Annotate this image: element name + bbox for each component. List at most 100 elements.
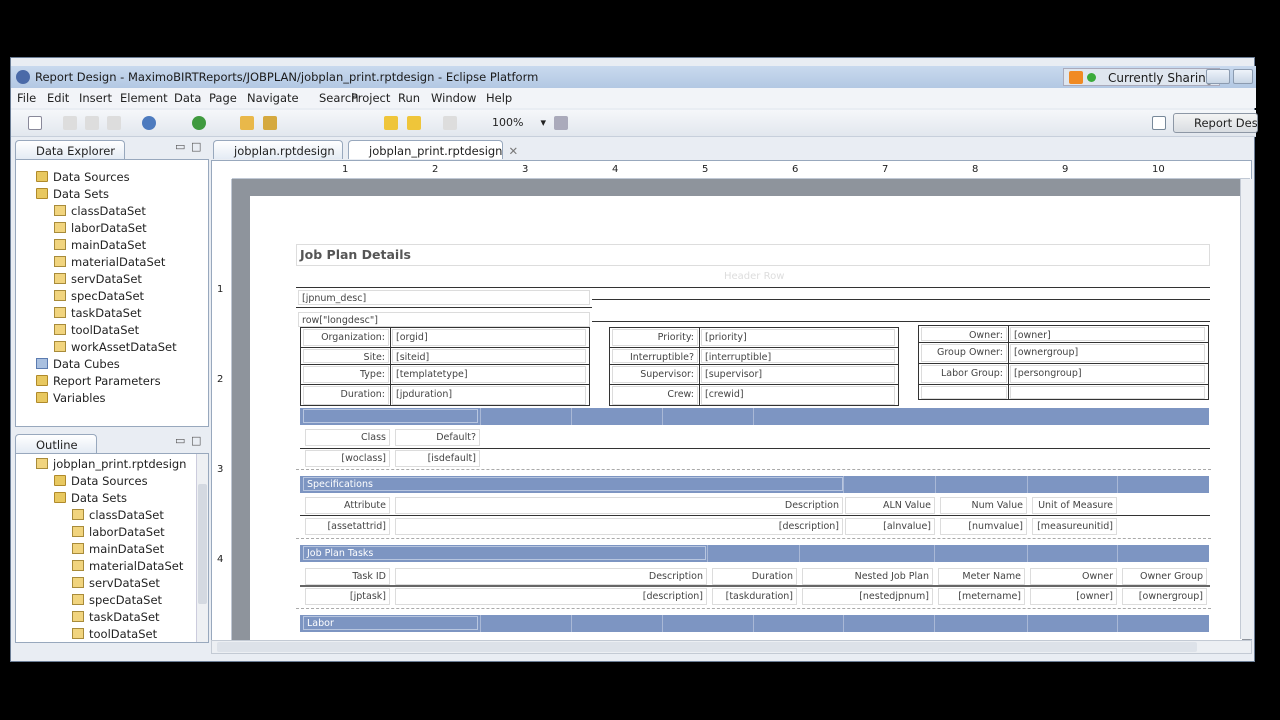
grid-value[interactable]: [orgid]	[392, 329, 586, 346]
tree-item-jobplanprintrptdesign[interactable]: jobplan_print.rptdesign	[36, 457, 186, 473]
menu-edit[interactable]: Edit	[47, 91, 69, 105]
tree-item-materialdataset[interactable]: materialDataSet	[72, 559, 183, 575]
menu-page[interactable]: Page	[209, 91, 237, 105]
data-cell[interactable]: [description]	[395, 588, 707, 605]
section-title[interactable]	[303, 409, 478, 423]
data-cell[interactable]: [description]	[395, 518, 843, 535]
report-design-perspective-button[interactable]: Report Design	[1173, 113, 1258, 133]
section-title[interactable]: Job Plan Tasks	[303, 546, 706, 560]
web-preview-icon[interactable]	[142, 116, 156, 130]
grid-value[interactable]: [ownergroup]	[1010, 344, 1205, 362]
tree-item-labordataset[interactable]: laborDataSet	[72, 525, 165, 541]
data-cell[interactable]: [assetattrid]	[305, 518, 390, 535]
data-cell[interactable]: [owner]	[1030, 588, 1117, 605]
minimize-view-icon[interactable]: ▭	[175, 140, 185, 153]
outline-tab[interactable]: Outline ✕	[15, 434, 97, 466]
outline-scrollbar[interactable]	[196, 454, 208, 642]
pin-icon[interactable]	[554, 116, 568, 130]
grid-label[interactable]: Group Owner:	[921, 344, 1007, 362]
data-explorer-tab[interactable]: Data Explorer ✕	[15, 140, 125, 172]
run-icon[interactable]	[192, 116, 206, 130]
tree-item-workassetdataset[interactable]: workAssetDataSet	[54, 340, 177, 356]
new-icon[interactable]	[28, 116, 42, 130]
tree-item-taskdataset[interactable]: taskDataSet	[72, 610, 160, 626]
tree-item-specdataset[interactable]: specDataSet	[54, 289, 144, 305]
section-title[interactable]: Labor	[303, 616, 478, 630]
grid-label[interactable]: Crew:	[612, 386, 698, 405]
grid-value[interactable]: [priority]	[701, 329, 895, 346]
column-header[interactable]: Nested Job Plan	[802, 568, 933, 585]
tree-item-datacubes[interactable]: Data Cubes	[36, 357, 120, 373]
grid-label[interactable]: Labor Group:	[921, 365, 1007, 383]
data-cell[interactable]: [ownergroup]	[1122, 588, 1207, 605]
menu-element[interactable]: Element	[120, 91, 168, 105]
forward-icon[interactable]	[443, 116, 457, 130]
grid-label[interactable]: Interruptible?	[612, 349, 698, 363]
longdesc-field[interactable]: row["longdesc"]	[298, 312, 590, 327]
zoom-select[interactable]: 100% ▾	[489, 115, 549, 132]
column-header[interactable]: Description	[395, 568, 707, 585]
tree-item-maindataset[interactable]: mainDataSet	[72, 542, 164, 558]
menu-project[interactable]: Project	[351, 91, 390, 105]
tree-item-reportparameters[interactable]: Report Parameters	[36, 374, 161, 390]
restore-button[interactable]	[1233, 69, 1253, 84]
tree-item-servdataset[interactable]: servDataSet	[54, 272, 142, 288]
grid-value[interactable]: [supervisor]	[701, 366, 895, 383]
grid-label[interactable]: Type:	[303, 366, 389, 383]
column-header[interactable]: ALN Value	[845, 497, 935, 514]
column-header[interactable]: Owner	[1030, 568, 1117, 585]
data-cell[interactable]: [taskduration]	[712, 588, 797, 605]
grid-value[interactable]: [interruptible]	[701, 349, 895, 363]
minimize-view-icon[interactable]: ▭	[175, 434, 185, 447]
sharing-indicator[interactable]: Currently Sharing	[1063, 68, 1221, 86]
column-header[interactable]: Description	[395, 497, 843, 514]
tree-item-classdataset[interactable]: classDataSet	[72, 508, 164, 524]
maximize-view-icon[interactable]: □	[191, 434, 201, 447]
tree-item-servdataset[interactable]: servDataSet	[72, 576, 160, 592]
data-cell[interactable]: [metername]	[938, 588, 1025, 605]
close-icon[interactable]: ✕	[508, 144, 518, 158]
tree-item-datasets[interactable]: Data Sets	[36, 187, 109, 203]
menu-run[interactable]: Run	[398, 91, 420, 105]
tree-item-tooldataset[interactable]: toolDataSet	[54, 323, 139, 339]
grid-value[interactable]: [templatetype]	[392, 366, 586, 383]
data-cell[interactable]: [isdefault]	[395, 450, 480, 467]
jpnum-desc-field[interactable]: [jpnum_desc]	[298, 290, 590, 305]
grid-label[interactable]: Owner:	[921, 327, 1007, 341]
tree-item-materialdataset[interactable]: materialDataSet	[54, 255, 165, 271]
data-cell[interactable]: [nestedjpnum]	[802, 588, 933, 605]
grid-value[interactable]	[1010, 386, 1205, 399]
editor-tab-1[interactable]: jobplan_print.rptdesign ✕	[348, 140, 518, 159]
data-cell[interactable]: [measureunitid]	[1032, 518, 1117, 535]
tree-item-datasources[interactable]: Data Sources	[36, 170, 130, 186]
tree-item-labordataset[interactable]: laborDataSet	[54, 221, 147, 237]
grid-label[interactable]: Priority:	[612, 329, 698, 346]
minimize-button[interactable]	[1206, 69, 1230, 84]
column-header[interactable]: Meter Name	[938, 568, 1025, 585]
column-header[interactable]: Attribute	[305, 497, 390, 514]
grid-value[interactable]: [persongroup]	[1010, 365, 1205, 383]
grid-value[interactable]: [jpduration]	[392, 386, 586, 405]
tree-item-datasets[interactable]: Data Sets	[54, 491, 127, 507]
grid-value[interactable]: [siteid]	[392, 349, 586, 363]
data-cell[interactable]: [jptask]	[305, 588, 390, 605]
column-header[interactable]: Default?	[395, 429, 480, 446]
data-cell[interactable]: [numvalue]	[940, 518, 1027, 535]
column-header[interactable]: Duration	[712, 568, 797, 585]
tree-item-specdataset[interactable]: specDataSet	[72, 593, 162, 609]
tree-item-classdataset[interactable]: classDataSet	[54, 204, 146, 220]
menu-insert[interactable]: Insert	[79, 91, 112, 105]
open-folder-icon[interactable]	[240, 116, 254, 130]
report-title[interactable]: Job Plan Details	[296, 244, 1210, 266]
horizontal-scrollbar[interactable]	[211, 640, 1252, 654]
data-cell[interactable]: [woclass]	[305, 450, 390, 467]
prev-icon[interactable]	[407, 116, 421, 130]
data-cell[interactable]: [alnvalue]	[845, 518, 935, 535]
menu-navigate[interactable]: Navigate	[247, 91, 299, 105]
editor-tab-0[interactable]: jobplan.rptdesign	[213, 140, 343, 159]
grid-label[interactable]: Organization:	[303, 329, 389, 346]
menu-data[interactable]: Data	[174, 91, 201, 105]
save-all-icon[interactable]	[85, 116, 99, 130]
column-header[interactable]: Unit of Measure	[1032, 497, 1117, 514]
tree-item-datasources[interactable]: Data Sources	[54, 474, 148, 490]
